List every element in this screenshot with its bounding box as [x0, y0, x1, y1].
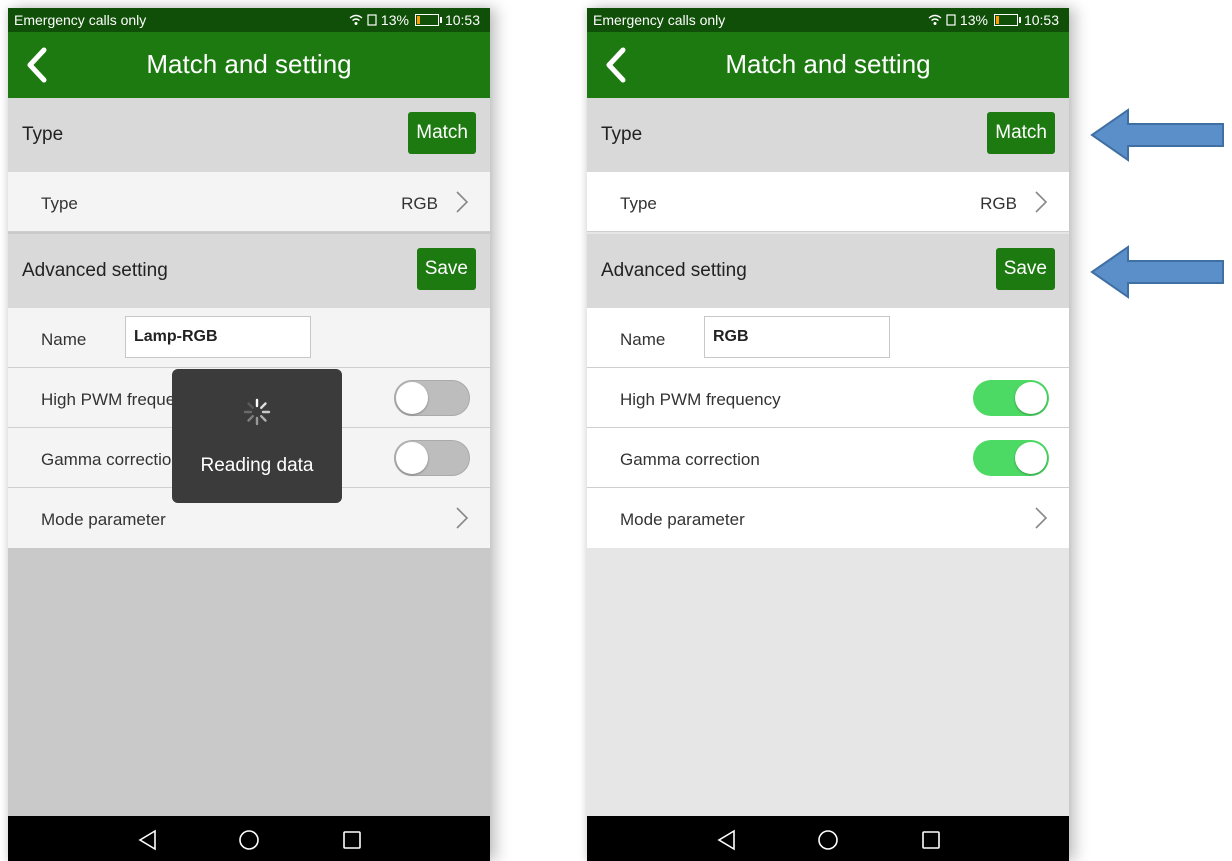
toast-message: Reading data: [200, 455, 314, 476]
type-row[interactable]: Type RGB: [587, 172, 1069, 232]
nav-home-icon[interactable]: [816, 828, 840, 852]
status-bar: Emergency calls only 13% 10:53: [8, 8, 490, 32]
name-row: Name: [8, 308, 490, 368]
name-input[interactable]: [704, 316, 890, 358]
high-pwm-row: High PWM frequency: [587, 368, 1069, 428]
toggle-knob: [1015, 382, 1047, 414]
spinner-icon: [243, 398, 271, 426]
phone-screen-left: Emergency calls only 13% 10:53 Match and…: [8, 8, 490, 861]
advanced-section-label: Advanced setting: [22, 260, 168, 281]
loading-toast: Reading data: [172, 369, 342, 503]
high-pwm-label: High PWM frequency: [620, 390, 781, 409]
toggle-knob: [396, 382, 428, 414]
type-row-value: RGB: [401, 194, 438, 213]
toggle-knob: [396, 442, 428, 474]
toggle-knob: [1015, 442, 1047, 474]
app-bar: Match and setting: [8, 32, 490, 98]
nav-home-icon[interactable]: [237, 828, 261, 852]
type-section-header: Type Match: [8, 98, 490, 172]
carrier-text: Emergency calls only: [593, 12, 726, 28]
name-row-label: Name: [620, 330, 666, 349]
type-row[interactable]: Type RGB: [8, 172, 490, 232]
chevron-right-icon: [1035, 507, 1048, 529]
wifi-icon: [928, 14, 942, 25]
chevron-right-icon: [456, 507, 469, 529]
type-section-header: Type Match: [587, 98, 1069, 172]
chevron-right-icon: [456, 191, 469, 213]
advanced-section-header: Advanced setting Save: [587, 234, 1069, 308]
nav-back-icon[interactable]: [715, 828, 739, 852]
name-row: Name: [587, 308, 1069, 368]
page-title: Match and setting: [146, 49, 352, 79]
mode-parameter-label: Mode parameter: [41, 510, 166, 529]
clock: 10:53: [1023, 12, 1059, 28]
battery-percent: 13%: [380, 12, 409, 28]
carrier-text: Emergency calls only: [14, 12, 147, 28]
name-input[interactable]: [125, 316, 311, 358]
gamma-row: Gamma correction: [587, 428, 1069, 488]
chevron-right-icon: [1035, 191, 1048, 213]
nav-recents-icon[interactable]: [340, 828, 364, 852]
type-section-label: Type: [22, 124, 64, 145]
save-button[interactable]: Save: [416, 248, 476, 290]
wifi-icon: [349, 14, 363, 25]
type-row-value: RGB: [980, 194, 1017, 213]
status-right: 13% 10:53: [349, 12, 480, 28]
clock: 10:53: [444, 12, 480, 28]
nav-back-icon[interactable]: [136, 828, 160, 852]
type-section-label: Type: [601, 124, 643, 145]
advanced-section-header: Advanced setting Save: [8, 234, 490, 308]
annotation-arrow-save: [1090, 245, 1224, 299]
name-row-label: Name: [41, 330, 87, 349]
type-row-label: Type: [620, 194, 657, 213]
advanced-section-label: Advanced setting: [601, 260, 747, 281]
phone-screen-right: Emergency calls only 13% 10:53 Match and…: [587, 8, 1069, 861]
save-button[interactable]: Save: [995, 248, 1055, 290]
annotation-arrow-match: [1090, 108, 1224, 162]
battery-icon: [414, 14, 442, 26]
sim-icon: [946, 14, 956, 26]
system-nav-bar: [8, 816, 490, 861]
page-title: Match and setting: [725, 49, 931, 79]
gamma-toggle[interactable]: [973, 440, 1049, 476]
battery-icon: [993, 14, 1021, 26]
app-bar: Match and setting: [587, 32, 1069, 98]
match-button[interactable]: Match: [987, 112, 1055, 154]
mode-parameter-row[interactable]: Mode parameter: [587, 488, 1069, 548]
sim-icon: [367, 14, 377, 26]
status-bar: Emergency calls only 13% 10:53: [587, 8, 1069, 32]
gamma-label: Gamma correction: [620, 450, 760, 469]
system-nav-bar: [587, 816, 1069, 861]
high-pwm-toggle[interactable]: [394, 380, 470, 416]
status-right: 13% 10:53: [928, 12, 1059, 28]
battery-percent: 13%: [959, 12, 988, 28]
type-row-label: Type: [41, 194, 78, 213]
gamma-label: Gamma correction: [41, 450, 181, 469]
high-pwm-toggle[interactable]: [973, 380, 1049, 416]
gamma-toggle[interactable]: [394, 440, 470, 476]
nav-recents-icon[interactable]: [919, 828, 943, 852]
match-button[interactable]: Match: [408, 112, 476, 154]
mode-parameter-label: Mode parameter: [620, 510, 745, 529]
